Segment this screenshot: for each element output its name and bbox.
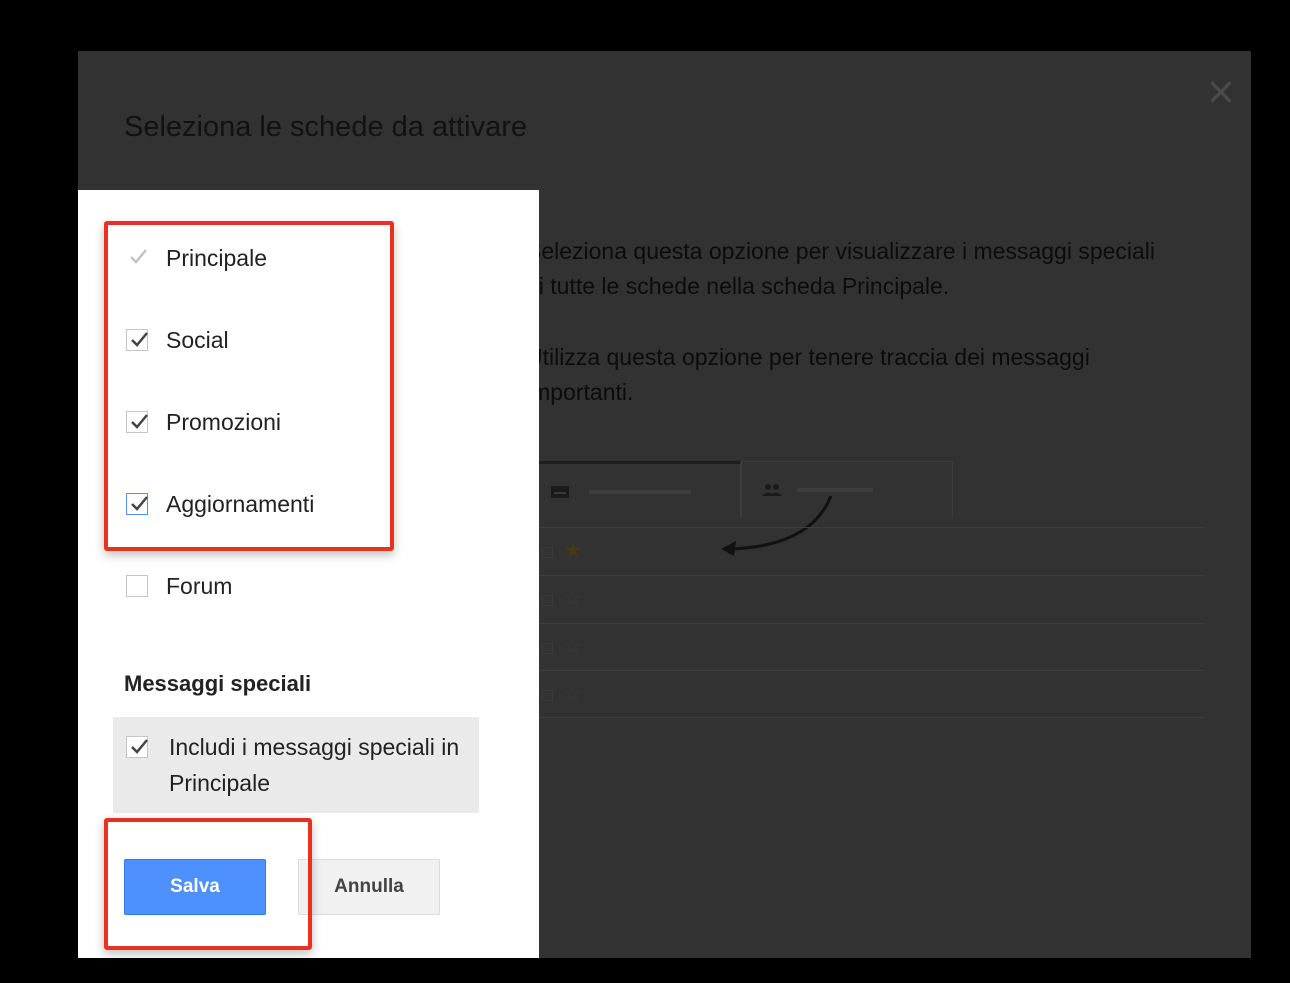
option-label: Aggiornamenti <box>166 490 315 517</box>
inbox-icon <box>551 486 569 498</box>
row-checkbox <box>542 547 553 558</box>
description-track: Utilizza questa opzione per tenere tracc… <box>526 344 1090 405</box>
star-icon: ★ <box>564 538 582 562</box>
preview-row: ☆ <box>526 670 1204 718</box>
row-checkbox <box>542 595 553 606</box>
preview-row: ☆ <box>526 623 1204 671</box>
dialog-title: Seleziona le schede da attivare <box>124 111 528 143</box>
checkbox-aggiornamenti[interactable] <box>126 493 148 515</box>
option-principale: Principale <box>126 243 267 273</box>
checkbox-include-special[interactable] <box>126 736 148 758</box>
option-include-special[interactable]: Includi i messaggi speciali in Principal… <box>113 717 479 813</box>
option-label: Forum <box>166 572 233 599</box>
star-icon: ☆ <box>564 681 582 705</box>
checkbox-promozioni[interactable] <box>126 411 148 433</box>
star-icon: ☆ <box>564 586 582 610</box>
option-promozioni[interactable]: Promozioni <box>126 407 281 437</box>
preview-row-end <box>526 717 1204 718</box>
tab-options-panel: Principale Social Promozioni Aggiornamen… <box>78 190 539 958</box>
close-icon[interactable]: × <box>1205 72 1237 110</box>
checkbox-forum[interactable] <box>126 575 148 597</box>
option-label: Promozioni <box>166 408 282 435</box>
inbox-preview: ★ ☆ ☆ ☆ <box>526 461 1204 741</box>
description-special: Seleziona questa opzione per visualizzar… <box>526 238 1156 299</box>
save-button[interactable]: Salva <box>124 859 266 915</box>
option-label: Includi i messaggi speciali in Principal… <box>169 734 460 796</box>
option-label: Social <box>166 326 229 353</box>
preview-row: ☆ <box>526 575 1204 623</box>
option-social[interactable]: Social <box>126 325 229 355</box>
checkbox-social[interactable] <box>126 329 148 351</box>
option-forum[interactable]: Forum <box>126 571 232 601</box>
section-heading: Messaggi speciali <box>124 671 312 696</box>
star-icon: ☆ <box>564 634 582 658</box>
preview-tab-primary <box>526 461 741 517</box>
preview-row: ★ <box>526 527 1204 575</box>
row-checkbox <box>542 643 553 654</box>
cancel-button[interactable]: Annulla <box>298 859 440 915</box>
option-aggiornamenti[interactable]: Aggiornamenti <box>126 489 314 519</box>
option-label: Principale <box>166 244 267 271</box>
row-checkbox <box>542 690 553 701</box>
checkbox-principale <box>126 247 148 269</box>
tabs-dialog: × Seleziona le schede da attivare Selezi… <box>78 51 1251 958</box>
